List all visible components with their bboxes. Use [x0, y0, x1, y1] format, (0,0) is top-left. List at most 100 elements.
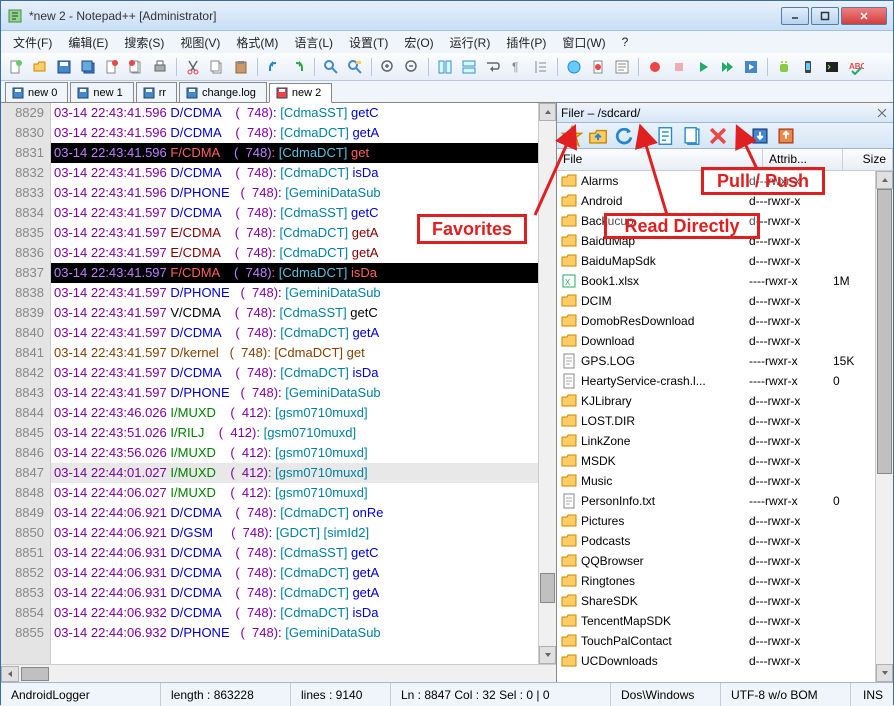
editor[interactable]: 8829883088318832883388348835883688378838… — [1, 103, 556, 664]
maximize-button[interactable] — [811, 7, 839, 25]
menu-w[interactable]: 窗口(W) — [554, 32, 613, 53]
filer-close-icon[interactable] — [875, 106, 889, 120]
copy-icon[interactable] — [206, 56, 228, 78]
save-icon[interactable] — [53, 56, 75, 78]
paste-icon[interactable] — [230, 56, 252, 78]
new-file-icon[interactable] — [5, 56, 27, 78]
tab-new-0[interactable]: new 0 — [5, 82, 68, 102]
filer-header[interactable]: File Attrib... Size — [557, 149, 893, 171]
vscroll-thumb[interactable] — [877, 189, 892, 474]
macro-save-icon[interactable] — [740, 56, 762, 78]
close-button[interactable] — [841, 7, 887, 25]
tab-change.log[interactable]: change.log — [179, 82, 267, 102]
minimize-button[interactable] — [781, 7, 809, 25]
filer-row[interactable]: Musicd---rwxr-x — [557, 471, 875, 491]
filer-row[interactable]: Podcastsd---rwxr-x — [557, 531, 875, 551]
scroll-up-icon[interactable] — [876, 171, 893, 189]
filer-row[interactable]: GPS.LOG----rwxr-x15K — [557, 351, 875, 371]
tab-rr[interactable]: rr — [136, 82, 177, 102]
filer-row[interactable]: Downloadd---rwxr-x — [557, 331, 875, 351]
menu-v[interactable]: 视图(V) — [172, 32, 228, 53]
col-attr[interactable]: Attrib... — [763, 149, 843, 170]
macro-play-icon[interactable] — [692, 56, 714, 78]
up-folder-icon[interactable] — [587, 125, 609, 147]
filer-row[interactable]: LOST.DIRd---rwxr-x — [557, 411, 875, 431]
macro-stop-icon[interactable] — [668, 56, 690, 78]
push-icon[interactable] — [775, 125, 797, 147]
vscroll-thumb[interactable] — [540, 573, 555, 603]
redo-icon[interactable] — [287, 56, 309, 78]
filer-row[interactable]: UCDownloadsd---rwxr-x — [557, 651, 875, 671]
filer-row[interactable]: TouchPalContactd---rwxr-x — [557, 631, 875, 651]
android-icon[interactable] — [773, 56, 795, 78]
filer-row[interactable]: LinkZoned---rwxr-x — [557, 431, 875, 451]
filer-row[interactable]: XBook1.xlsx----rwxr-x1M — [557, 271, 875, 291]
filer-list[interactable]: Alarmsd---rwxr-xAndroidd---rwxr-xBackucu… — [557, 171, 875, 682]
function-list-icon[interactable] — [611, 56, 633, 78]
hscroll-thumb[interactable] — [21, 667, 49, 681]
spellcheck-icon[interactable]: ABC — [845, 56, 867, 78]
indent-guide-icon[interactable] — [530, 56, 552, 78]
filer-row[interactable]: ShareSDKd---rwxr-x — [557, 591, 875, 611]
filer-row[interactable]: QQBrowserd---rwxr-x — [557, 551, 875, 571]
pull-icon[interactable] — [749, 125, 771, 147]
replace-icon[interactable] — [344, 56, 366, 78]
print-icon[interactable] — [149, 56, 171, 78]
filer-row[interactable]: MSDKd---rwxr-x — [557, 451, 875, 471]
sync-v-icon[interactable] — [434, 56, 456, 78]
scroll-left-icon[interactable] — [1, 666, 19, 682]
tab-new-1[interactable]: new 1 — [70, 82, 133, 102]
col-file[interactable]: File — [557, 149, 763, 170]
filer-row[interactable]: BaiduMapSdkd---rwxr-x — [557, 251, 875, 271]
open-file-icon[interactable] — [29, 56, 51, 78]
filer-vscroll[interactable] — [875, 171, 893, 682]
menu-[interactable]: ? — [614, 33, 637, 51]
read-file-icon[interactable] — [655, 125, 677, 147]
code-area[interactable]: 03-14 22:43:41.596 D/CDMA ( 748): [CdmaS… — [51, 103, 538, 664]
invisible-chars-icon[interactable]: ¶ — [506, 56, 528, 78]
menu-p[interactable]: 插件(P) — [498, 32, 554, 53]
menu-r[interactable]: 运行(R) — [442, 32, 499, 53]
filer-row[interactable]: HeartyService-crash.l...----rwxr-x0 — [557, 371, 875, 391]
console-icon[interactable] — [821, 56, 843, 78]
filer-row[interactable]: Androidd---rwxr-x — [557, 191, 875, 211]
tab-new-2[interactable]: new 2 — [269, 83, 332, 103]
col-size[interactable]: Size — [843, 149, 893, 170]
sync-h-icon[interactable] — [458, 56, 480, 78]
save-all-icon[interactable] — [77, 56, 99, 78]
menu-t[interactable]: 设置(T) — [341, 32, 396, 53]
macro-record-icon[interactable] — [644, 56, 666, 78]
zoom-out-icon[interactable] — [401, 56, 423, 78]
editor-hscroll[interactable] — [1, 664, 556, 682]
filer-row[interactable]: PersonInfo.txt----rwxr-x0 — [557, 491, 875, 511]
filer-row[interactable]: Backucupd---rwxr-x — [557, 211, 875, 231]
doc-map-icon[interactable] — [587, 56, 609, 78]
filer-row[interactable]: DomobResDownloadd---rwxr-x — [557, 311, 875, 331]
read-multi-icon[interactable] — [681, 125, 703, 147]
filer-row[interactable]: BaiduMapd---rwxr-x — [557, 231, 875, 251]
scroll-up-icon[interactable] — [539, 103, 556, 121]
filer-row[interactable]: Ringtonesd---rwxr-x — [557, 571, 875, 591]
filer-row[interactable]: Alarmsd---rwxr-x — [557, 171, 875, 191]
cut-icon[interactable] — [182, 56, 204, 78]
device-icon[interactable] — [797, 56, 819, 78]
favorite-star-icon[interactable] — [561, 125, 583, 147]
macro-play-multi-icon[interactable] — [716, 56, 738, 78]
filer-row[interactable]: Picturesd---rwxr-x — [557, 511, 875, 531]
menu-f[interactable]: 文件(F) — [5, 32, 60, 53]
find-icon[interactable] — [320, 56, 342, 78]
menu-l[interactable]: 语言(L) — [286, 32, 341, 53]
delete-icon[interactable] — [707, 125, 729, 147]
wrap-icon[interactable] — [482, 56, 504, 78]
undo-icon[interactable] — [263, 56, 285, 78]
menu-s[interactable]: 搜索(S) — [116, 32, 172, 53]
zoom-in-icon[interactable] — [377, 56, 399, 78]
close-all-icon[interactable] — [125, 56, 147, 78]
filer-row[interactable]: DCIMd---rwxr-x — [557, 291, 875, 311]
lang-icon[interactable] — [563, 56, 585, 78]
scroll-down-icon[interactable] — [876, 664, 893, 682]
menu-e[interactable]: 编辑(E) — [60, 32, 116, 53]
menu-m[interactable]: 格式(M) — [228, 32, 286, 53]
filer-row[interactable]: TencentMapSDKd---rwxr-x — [557, 611, 875, 631]
filer-row[interactable]: KJLibraryd---rwxr-x — [557, 391, 875, 411]
